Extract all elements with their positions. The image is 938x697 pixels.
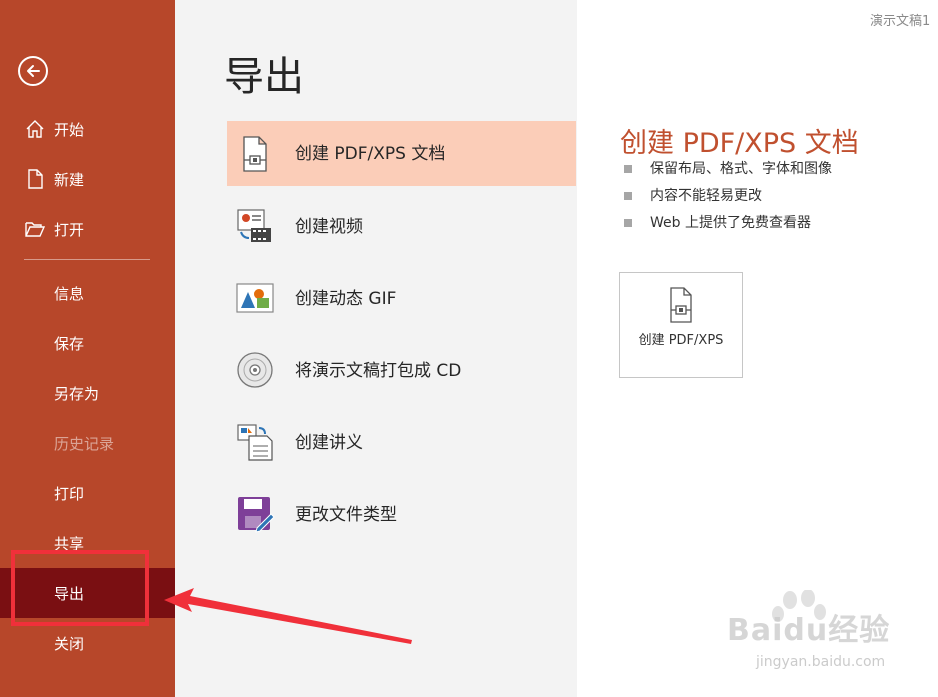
sidebar-item-new[interactable]: 新建 (0, 154, 175, 204)
annotation-arrow-icon (164, 588, 412, 644)
bullet-square-icon (624, 192, 632, 200)
open-folder-icon (25, 222, 46, 237)
video-icon (237, 209, 271, 242)
back-arrow-icon (27, 65, 40, 77)
export-option-label: 创建讲义 (295, 433, 363, 453)
list-item: 内容不能轻易更改 (622, 186, 832, 213)
home-icon (26, 120, 44, 138)
document-title: 演示文稿1 (870, 14, 931, 29)
export-option-label: 更改文件类型 (295, 505, 397, 525)
sidebar-item-label: 另存为 (54, 385, 100, 403)
sidebar-item-label: 历史记录 (54, 435, 115, 453)
bullet-square-icon (624, 219, 632, 227)
export-option-label: 将演示文稿打包成 CD (295, 361, 462, 381)
new-document-icon (28, 169, 43, 189)
sidebar-item-close[interactable]: 关闭 (0, 618, 175, 668)
sidebar-item-open[interactable]: 打开 (0, 204, 175, 254)
export-option-cd[interactable]: 将演示文稿打包成 CD (227, 337, 576, 409)
page-title: 导出 (224, 54, 304, 100)
sidebar-item-home[interactable]: 开始 (0, 104, 175, 154)
sidebar-item-save-as[interactable]: 另存为 (0, 368, 175, 418)
export-options-list: 创建 PDF/XPS 文档 创建视频 创建动态 GIF 将演示文稿打包成 CD … (227, 121, 576, 553)
sidebar-item-label: 关闭 (54, 635, 85, 653)
export-option-gif[interactable]: 创建动态 GIF (227, 265, 576, 337)
save-file-type-icon (238, 497, 275, 533)
sidebar-bottom-nav: 信息 保存 另存为 历史记录 打印 共享 导出 关闭 (0, 268, 175, 668)
export-option-label: 创建视频 (295, 217, 363, 237)
export-option-handout[interactable]: 创建讲义 (227, 409, 576, 481)
back-button[interactable] (18, 56, 48, 86)
list-item: Web 上提供了免费查看器 (622, 213, 832, 240)
sidebar-item-label: 开始 (54, 121, 85, 139)
export-option-change-file-type[interactable]: 更改文件类型 (227, 481, 576, 553)
pdf-document-icon (670, 287, 692, 323)
sidebar-item-label: 导出 (54, 585, 85, 603)
watermark-url: jingyan.baidu.com (756, 654, 886, 670)
sidebar-item-save[interactable]: 保存 (0, 318, 175, 368)
handout-icon (237, 424, 273, 461)
create-pdf-xps-button[interactable]: 创建 PDF/XPS (619, 272, 743, 378)
export-option-video[interactable]: 创建视频 (227, 193, 576, 265)
detail-title: 创建 PDF/XPS 文档 (620, 128, 859, 159)
sidebar-item-export[interactable]: 导出 (0, 568, 175, 618)
sidebar-item-label: 打印 (54, 485, 85, 503)
pdf-document-icon (243, 136, 267, 172)
sidebar-item-label: 共享 (54, 535, 85, 553)
bullet-square-icon (624, 165, 632, 173)
list-item: 保留布局、格式、字体和图像 (622, 159, 832, 186)
export-option-label: 创建 PDF/XPS 文档 (295, 144, 446, 164)
sidebar-item-label: 新建 (54, 171, 85, 189)
sidebar-divider (24, 259, 150, 260)
detail-bullet-list: 保留布局、格式、字体和图像 内容不能轻易更改 Web 上提供了免费查看器 (622, 159, 832, 240)
export-option-label: 创建动态 GIF (295, 289, 397, 309)
create-pdf-xps-label: 创建 PDF/XPS (638, 333, 724, 348)
cd-icon (237, 352, 273, 388)
sidebar-item-history: 历史记录 (0, 418, 175, 468)
sidebar-top-nav: 开始 新建 打开 (0, 104, 175, 254)
export-option-pdf[interactable]: 创建 PDF/XPS 文档 (227, 121, 576, 186)
sidebar-item-label: 保存 (54, 335, 85, 353)
sidebar-item-label: 打开 (54, 221, 85, 239)
sidebar-item-print[interactable]: 打印 (0, 468, 175, 518)
watermark-text: Baidu经验 (727, 613, 891, 648)
sidebar-item-label: 信息 (54, 285, 85, 303)
backstage-sidebar: 开始 新建 打开 信息 保存 另存为 历史记录 打印 共享 导出 关闭 (0, 0, 175, 697)
sidebar-item-share[interactable]: 共享 (0, 518, 175, 568)
sidebar-item-info[interactable]: 信息 (0, 268, 175, 318)
gif-image-icon (236, 283, 274, 313)
